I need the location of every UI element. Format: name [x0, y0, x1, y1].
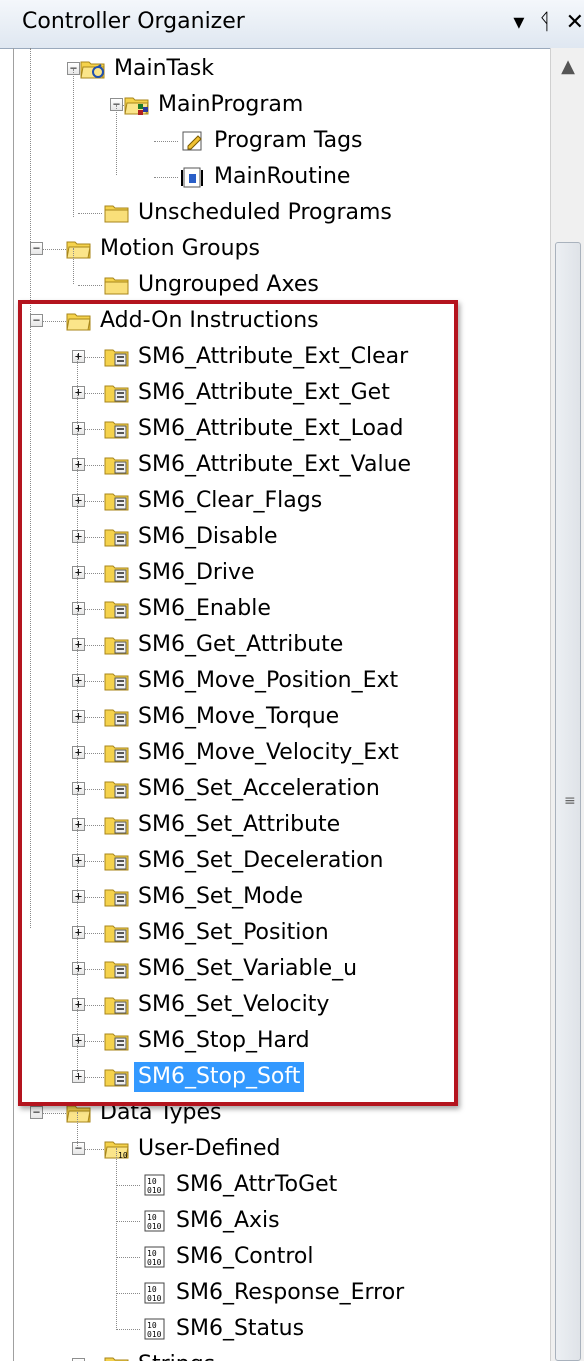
tree-guide-line: [73, 248, 74, 284]
program-icon: [124, 94, 150, 116]
svg-text:10: 10: [147, 1249, 157, 1258]
tree-connector: [116, 1293, 140, 1294]
svg-text:10: 10: [147, 1321, 157, 1330]
tree-item-label[interactable]: Ungrouped Axes: [134, 270, 323, 300]
tree-connector: [116, 1329, 140, 1330]
task-icon: [80, 58, 106, 80]
vertical-scrollbar[interactable]: ▲ ≡: [550, 48, 584, 1361]
tree-item-label[interactable]: SM6_Axis: [172, 1206, 284, 1236]
svg-text:10: 10: [147, 1285, 157, 1294]
folder-icon: [104, 202, 130, 224]
svg-text:010: 010: [147, 1294, 162, 1303]
tree-item-label[interactable]: Motion Groups: [96, 234, 264, 264]
datatype-icon: 10 010: [142, 1174, 168, 1196]
panel-title: Controller Organizer: [22, 9, 245, 34]
scroll-grip-icon: ≡: [564, 793, 576, 809]
tree-item-label[interactable]: Unscheduled Programs: [134, 198, 396, 228]
tree-item-label[interactable]: SM6_Status: [172, 1314, 308, 1344]
tree-guide-line: [77, 1112, 78, 1148]
svg-text:010: 010: [147, 1186, 162, 1195]
tree-connector: [78, 213, 102, 214]
tree-guide-line: [116, 105, 117, 175]
tree-item-label[interactable]: MainProgram: [154, 90, 307, 120]
routine-icon: [180, 166, 206, 188]
folder-icon: [104, 274, 130, 296]
svg-text:010: 010: [147, 1222, 162, 1231]
tree-item-label[interactable]: Program Tags: [210, 126, 367, 156]
udt-folder-icon: 10: [104, 1138, 130, 1160]
tree-connector: [78, 285, 102, 286]
tree-connector: [154, 141, 178, 142]
datatype-icon: 10 010: [142, 1246, 168, 1268]
panel-title-bar: Controller Organizer ▾ ᛩ ✕: [0, 0, 584, 49]
tree-item-label[interactable]: SM6_Response_Error: [172, 1278, 408, 1308]
tree-guide-line: [73, 69, 74, 217]
annotation-highlight-box: [18, 300, 458, 1106]
scroll-up-arrow-icon[interactable]: ▲: [551, 48, 584, 86]
tree-connector: [43, 1113, 66, 1114]
svg-text:10: 10: [147, 1177, 157, 1186]
svg-text:10: 10: [147, 1213, 157, 1222]
collapse-toggle-icon[interactable]: −: [30, 242, 43, 255]
dropdown-icon[interactable]: ▾: [513, 8, 524, 38]
tree-item-label[interactable]: MainTask: [110, 54, 218, 84]
collapse-toggle-icon[interactable]: −: [72, 1142, 85, 1155]
tree-connector: [116, 1185, 140, 1186]
tree-connector: [116, 1221, 140, 1222]
svg-text:10: 10: [118, 1151, 128, 1160]
folder-open-icon: [104, 1354, 130, 1361]
tree-item-label[interactable]: SM6_Control: [172, 1242, 317, 1272]
tree-item-label[interactable]: User-Defined: [134, 1134, 284, 1164]
tree-connector: [85, 1149, 104, 1150]
scrollbar-thumb[interactable]: ≡: [555, 242, 581, 1361]
tree-connector: [154, 177, 178, 178]
collapse-toggle-icon[interactable]: −: [30, 1106, 43, 1119]
tree-item-label[interactable]: MainRoutine: [210, 162, 354, 192]
pin-icon[interactable]: ᛩ: [538, 8, 551, 38]
svg-text:010: 010: [147, 1330, 162, 1339]
datatype-icon: 10 010: [142, 1210, 168, 1232]
folder-open-icon: [66, 238, 92, 260]
close-icon[interactable]: ✕: [566, 8, 584, 38]
tree-connector: [43, 249, 66, 250]
datatype-icon: 10 010: [142, 1318, 168, 1340]
svg-text:010: 010: [147, 1258, 162, 1267]
tree-guide-line: [116, 1148, 117, 1328]
datatype-icon: 10 010: [142, 1282, 168, 1304]
tree-connector: [116, 1257, 140, 1258]
tags-icon: [180, 130, 206, 152]
tree-item-label[interactable]: SM6_AttrToGet: [172, 1170, 341, 1200]
tree-item-label[interactable]: Strings: [134, 1350, 219, 1361]
